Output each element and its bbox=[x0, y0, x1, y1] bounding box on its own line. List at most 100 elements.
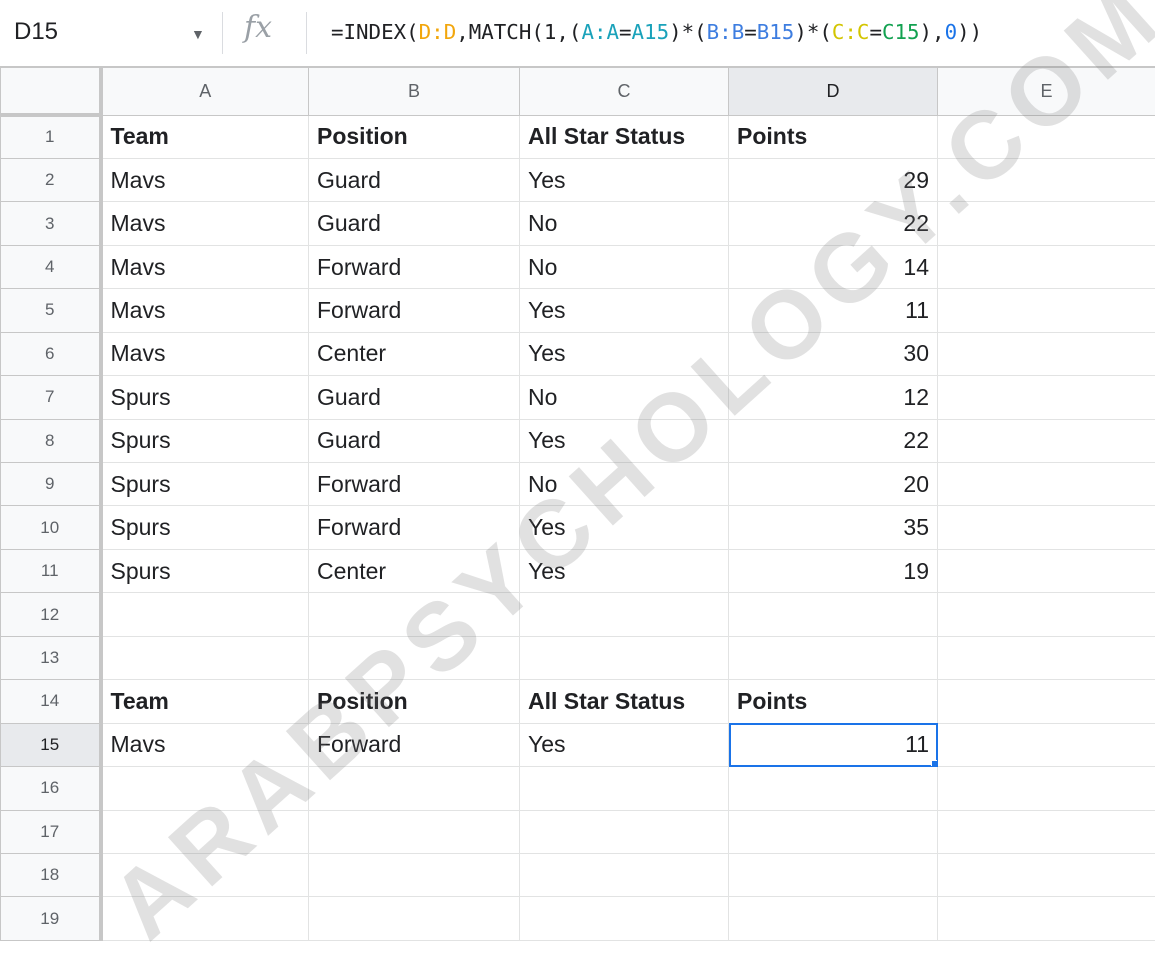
cell-e12[interactable] bbox=[938, 593, 1155, 636]
row-header-2[interactable]: 2 bbox=[1, 158, 101, 201]
cell-e7[interactable] bbox=[938, 376, 1155, 419]
cell-b13[interactable] bbox=[309, 636, 520, 679]
cell-d15[interactable]: 11 bbox=[729, 723, 938, 766]
fill-handle[interactable] bbox=[931, 760, 938, 767]
cell-e9[interactable] bbox=[938, 463, 1155, 506]
cell-e5[interactable] bbox=[938, 289, 1155, 332]
cell-e19[interactable] bbox=[938, 897, 1155, 941]
cell-a15[interactable]: Mavs bbox=[101, 723, 309, 766]
cell-a3[interactable]: Mavs bbox=[101, 202, 309, 245]
cell-d17[interactable] bbox=[729, 810, 938, 853]
row-header-3[interactable]: 3 bbox=[1, 202, 101, 245]
cell-a9[interactable]: Spurs bbox=[101, 463, 309, 506]
cell-b6[interactable]: Center bbox=[309, 332, 520, 375]
cell-c14[interactable]: All Star Status bbox=[520, 680, 729, 723]
cell-a13[interactable] bbox=[101, 636, 309, 679]
row-header-6[interactable]: 6 bbox=[1, 332, 101, 375]
cell-b3[interactable]: Guard bbox=[309, 202, 520, 245]
cell-e18[interactable] bbox=[938, 853, 1155, 896]
cell-c10[interactable]: Yes bbox=[520, 506, 729, 549]
row-header-16[interactable]: 16 bbox=[1, 767, 101, 810]
row-header-9[interactable]: 9 bbox=[1, 463, 101, 506]
cell-a5[interactable]: Mavs bbox=[101, 289, 309, 332]
cell-e8[interactable] bbox=[938, 419, 1155, 462]
cell-b2[interactable]: Guard bbox=[309, 158, 520, 201]
column-header-c[interactable]: C bbox=[520, 68, 729, 116]
cell-d6[interactable]: 30 bbox=[729, 332, 938, 375]
cell-c18[interactable] bbox=[520, 853, 729, 896]
cell-b17[interactable] bbox=[309, 810, 520, 853]
cell-d2[interactable]: 29 bbox=[729, 158, 938, 201]
cell-c1[interactable]: All Star Status bbox=[520, 115, 729, 158]
row-header-1[interactable]: 1 bbox=[1, 115, 101, 158]
cell-d18[interactable] bbox=[729, 853, 938, 896]
cell-b11[interactable]: Center bbox=[309, 549, 520, 592]
cell-a18[interactable] bbox=[101, 853, 309, 896]
cell-e16[interactable] bbox=[938, 767, 1155, 810]
cell-e11[interactable] bbox=[938, 549, 1155, 592]
cell-a12[interactable] bbox=[101, 593, 309, 636]
cell-b4[interactable]: Forward bbox=[309, 245, 520, 288]
cell-c4[interactable]: No bbox=[520, 245, 729, 288]
cell-c13[interactable] bbox=[520, 636, 729, 679]
column-header-b[interactable]: B bbox=[309, 68, 520, 116]
cell-e13[interactable] bbox=[938, 636, 1155, 679]
cell-d11[interactable]: 19 bbox=[729, 549, 938, 592]
chevron-down-icon[interactable]: ▼ bbox=[191, 26, 205, 42]
row-header-8[interactable]: 8 bbox=[1, 419, 101, 462]
cell-b14[interactable]: Position bbox=[309, 680, 520, 723]
cell-d13[interactable] bbox=[729, 636, 938, 679]
cell-a2[interactable]: Mavs bbox=[101, 158, 309, 201]
cell-c15[interactable]: Yes bbox=[520, 723, 729, 766]
cell-b1[interactable]: Position bbox=[309, 115, 520, 158]
cell-d12[interactable] bbox=[729, 593, 938, 636]
cell-b5[interactable]: Forward bbox=[309, 289, 520, 332]
row-header-7[interactable]: 7 bbox=[1, 376, 101, 419]
row-header-12[interactable]: 12 bbox=[1, 593, 101, 636]
cell-a16[interactable] bbox=[101, 767, 309, 810]
cell-a10[interactable]: Spurs bbox=[101, 506, 309, 549]
cell-b16[interactable] bbox=[309, 767, 520, 810]
cell-e2[interactable] bbox=[938, 158, 1155, 201]
cell-d19[interactable] bbox=[729, 897, 938, 941]
cell-b8[interactable]: Guard bbox=[309, 419, 520, 462]
cell-d16[interactable] bbox=[729, 767, 938, 810]
cell-c9[interactable]: No bbox=[520, 463, 729, 506]
cell-d5[interactable]: 11 bbox=[729, 289, 938, 332]
cell-b18[interactable] bbox=[309, 853, 520, 896]
cell-c12[interactable] bbox=[520, 593, 729, 636]
row-header-11[interactable]: 11 bbox=[1, 549, 101, 592]
cell-a11[interactable]: Spurs bbox=[101, 549, 309, 592]
cell-e6[interactable] bbox=[938, 332, 1155, 375]
row-header-4[interactable]: 4 bbox=[1, 245, 101, 288]
cell-e1[interactable] bbox=[938, 115, 1155, 158]
cell-c11[interactable]: Yes bbox=[520, 549, 729, 592]
row-header-19[interactable]: 19 bbox=[1, 897, 101, 941]
cell-c3[interactable]: No bbox=[520, 202, 729, 245]
cell-d7[interactable]: 12 bbox=[729, 376, 938, 419]
row-header-14[interactable]: 14 bbox=[1, 680, 101, 723]
row-header-15[interactable]: 15 bbox=[1, 723, 101, 766]
column-header-a[interactable]: A bbox=[101, 68, 309, 116]
formula-input[interactable]: =INDEX(D:D,MATCH(1,(A:A=A15)*(B:B=B15)*(… bbox=[331, 20, 982, 44]
name-box[interactable]: D15 ▼ bbox=[0, 0, 222, 66]
cell-c2[interactable]: Yes bbox=[520, 158, 729, 201]
row-header-5[interactable]: 5 bbox=[1, 289, 101, 332]
cell-c7[interactable]: No bbox=[520, 376, 729, 419]
cell-e3[interactable] bbox=[938, 202, 1155, 245]
cell-d1[interactable]: Points bbox=[729, 115, 938, 158]
cell-b10[interactable]: Forward bbox=[309, 506, 520, 549]
cell-e10[interactable] bbox=[938, 506, 1155, 549]
cell-a7[interactable]: Spurs bbox=[101, 376, 309, 419]
cell-d8[interactable]: 22 bbox=[729, 419, 938, 462]
cell-e17[interactable] bbox=[938, 810, 1155, 853]
cell-e4[interactable] bbox=[938, 245, 1155, 288]
cell-c8[interactable]: Yes bbox=[520, 419, 729, 462]
column-header-d[interactable]: D bbox=[729, 68, 938, 116]
cell-a6[interactable]: Mavs bbox=[101, 332, 309, 375]
cell-d3[interactable]: 22 bbox=[729, 202, 938, 245]
row-header-10[interactable]: 10 bbox=[1, 506, 101, 549]
row-header-18[interactable]: 18 bbox=[1, 853, 101, 896]
cell-a14[interactable]: Team bbox=[101, 680, 309, 723]
cell-b12[interactable] bbox=[309, 593, 520, 636]
